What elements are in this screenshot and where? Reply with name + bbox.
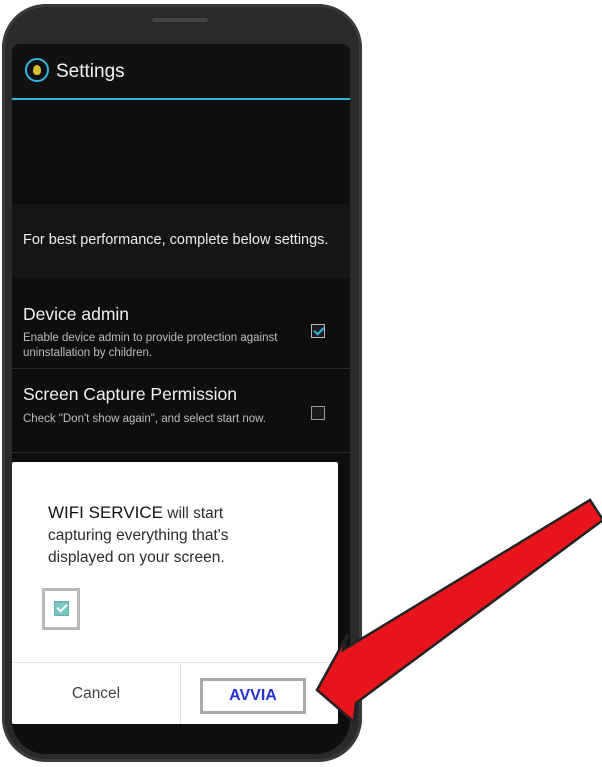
red-arrow-shape [315,498,602,725]
red-arrow-pointer [315,498,602,725]
